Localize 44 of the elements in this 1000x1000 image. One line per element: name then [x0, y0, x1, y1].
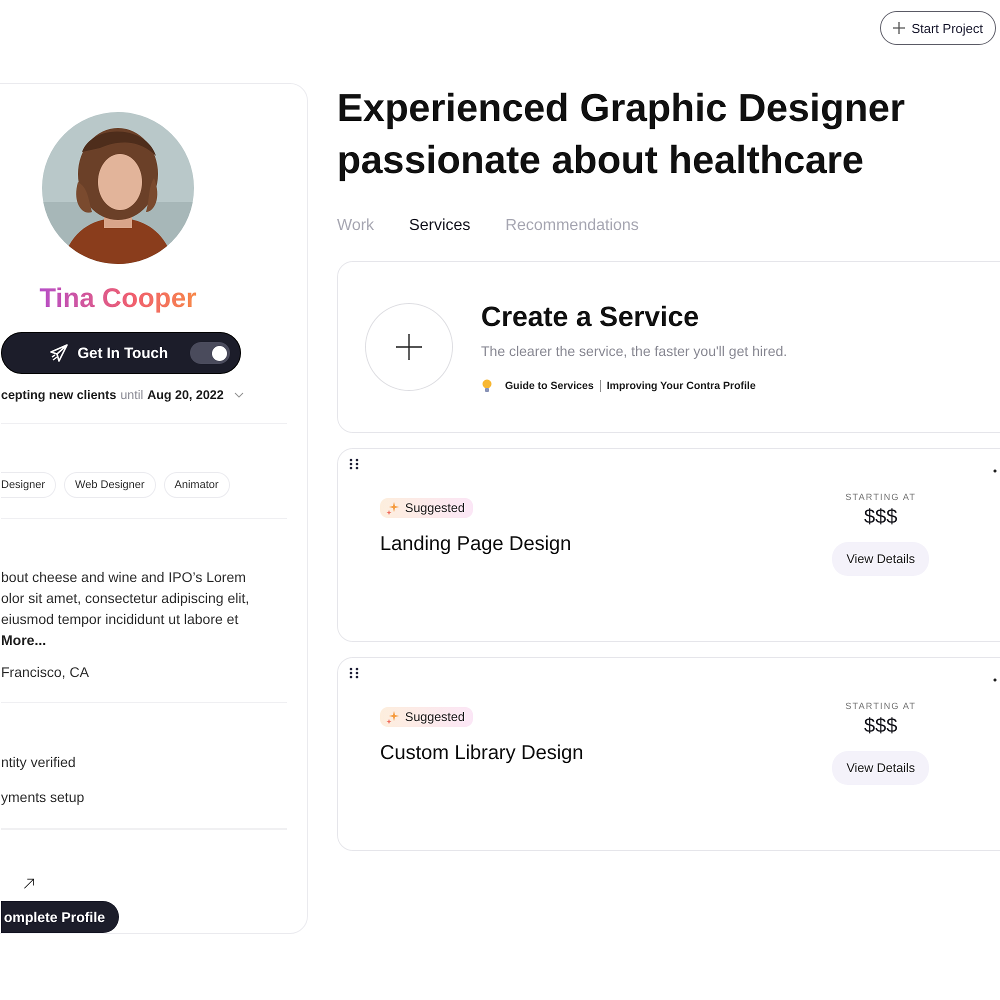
guide-link[interactable]: Improving Your Contra Profile — [606, 380, 756, 392]
plus-icon — [893, 22, 906, 34]
skill-tag: Animator — [164, 472, 230, 498]
until-label: until — [120, 388, 144, 402]
verification-text: yments setup — [1, 789, 86, 806]
paper-plane-icon — [49, 343, 70, 363]
skill-tag: Designer — [1, 472, 56, 498]
lightbulb-icon — [481, 379, 493, 393]
suggested-badge: Suggested — [380, 707, 473, 727]
chevron-down-icon — [234, 390, 244, 400]
availability-date: Aug 20, 2022 — [147, 388, 224, 402]
availability-status: cepting new clients — [1, 388, 116, 402]
headline: Experienced Graphic Designer passionate about healthcare — [337, 86, 906, 184]
tab[interactable]: Services — [409, 217, 470, 235]
view-details-button[interactable]: View Details — [832, 751, 929, 785]
suggested-badge: Suggested — [380, 498, 473, 518]
price-label: STARTING AT — [845, 701, 916, 711]
price-text: $$$ — [864, 506, 898, 529]
start-project-button[interactable]: Start Project — [880, 11, 996, 45]
skill-tag: Web Designer — [64, 472, 156, 498]
create-service-title: Create a Service — [481, 301, 700, 333]
view-details-button[interactable]: View Details — [832, 542, 929, 576]
sparkle-icon — [386, 501, 400, 515]
get-in-touch-button[interactable]: Get In Touch — [1, 332, 241, 374]
price-label: STARTING AT — [845, 492, 916, 502]
create-service-subtitle: The clearer the service, the faster you'll get hired. — [481, 343, 788, 359]
guide-link[interactable]: Guide to Services — [505, 380, 594, 392]
drag-handle-icon — [348, 666, 360, 680]
sparkle-icon — [386, 710, 400, 724]
more-icon — [993, 469, 997, 473]
location-text: Francisco, CA — [1, 664, 90, 680]
bio-text: olor sit amet, consectetur adipiscing elit, — [1, 589, 250, 608]
verification-text: ntity verified — [1, 754, 77, 770]
bio-text: eiusmod tempor incididunt ut labore et — [1, 610, 240, 630]
drag-handle-icon — [348, 457, 360, 471]
more-icon — [993, 678, 997, 682]
service-title: Landing Page Design — [380, 533, 572, 556]
plus-icon — [396, 334, 422, 360]
service-title: Custom Library Design — [380, 742, 584, 765]
complete-profile-button[interactable]: omplete Profile — [1, 901, 119, 934]
more-link[interactable]: More... — [1, 630, 287, 652]
price-text: $$$ — [864, 715, 898, 738]
availability-toggle[interactable] — [190, 342, 230, 364]
bio-text: bout cheese and wine and IPO’s Lorem — [1, 568, 247, 588]
